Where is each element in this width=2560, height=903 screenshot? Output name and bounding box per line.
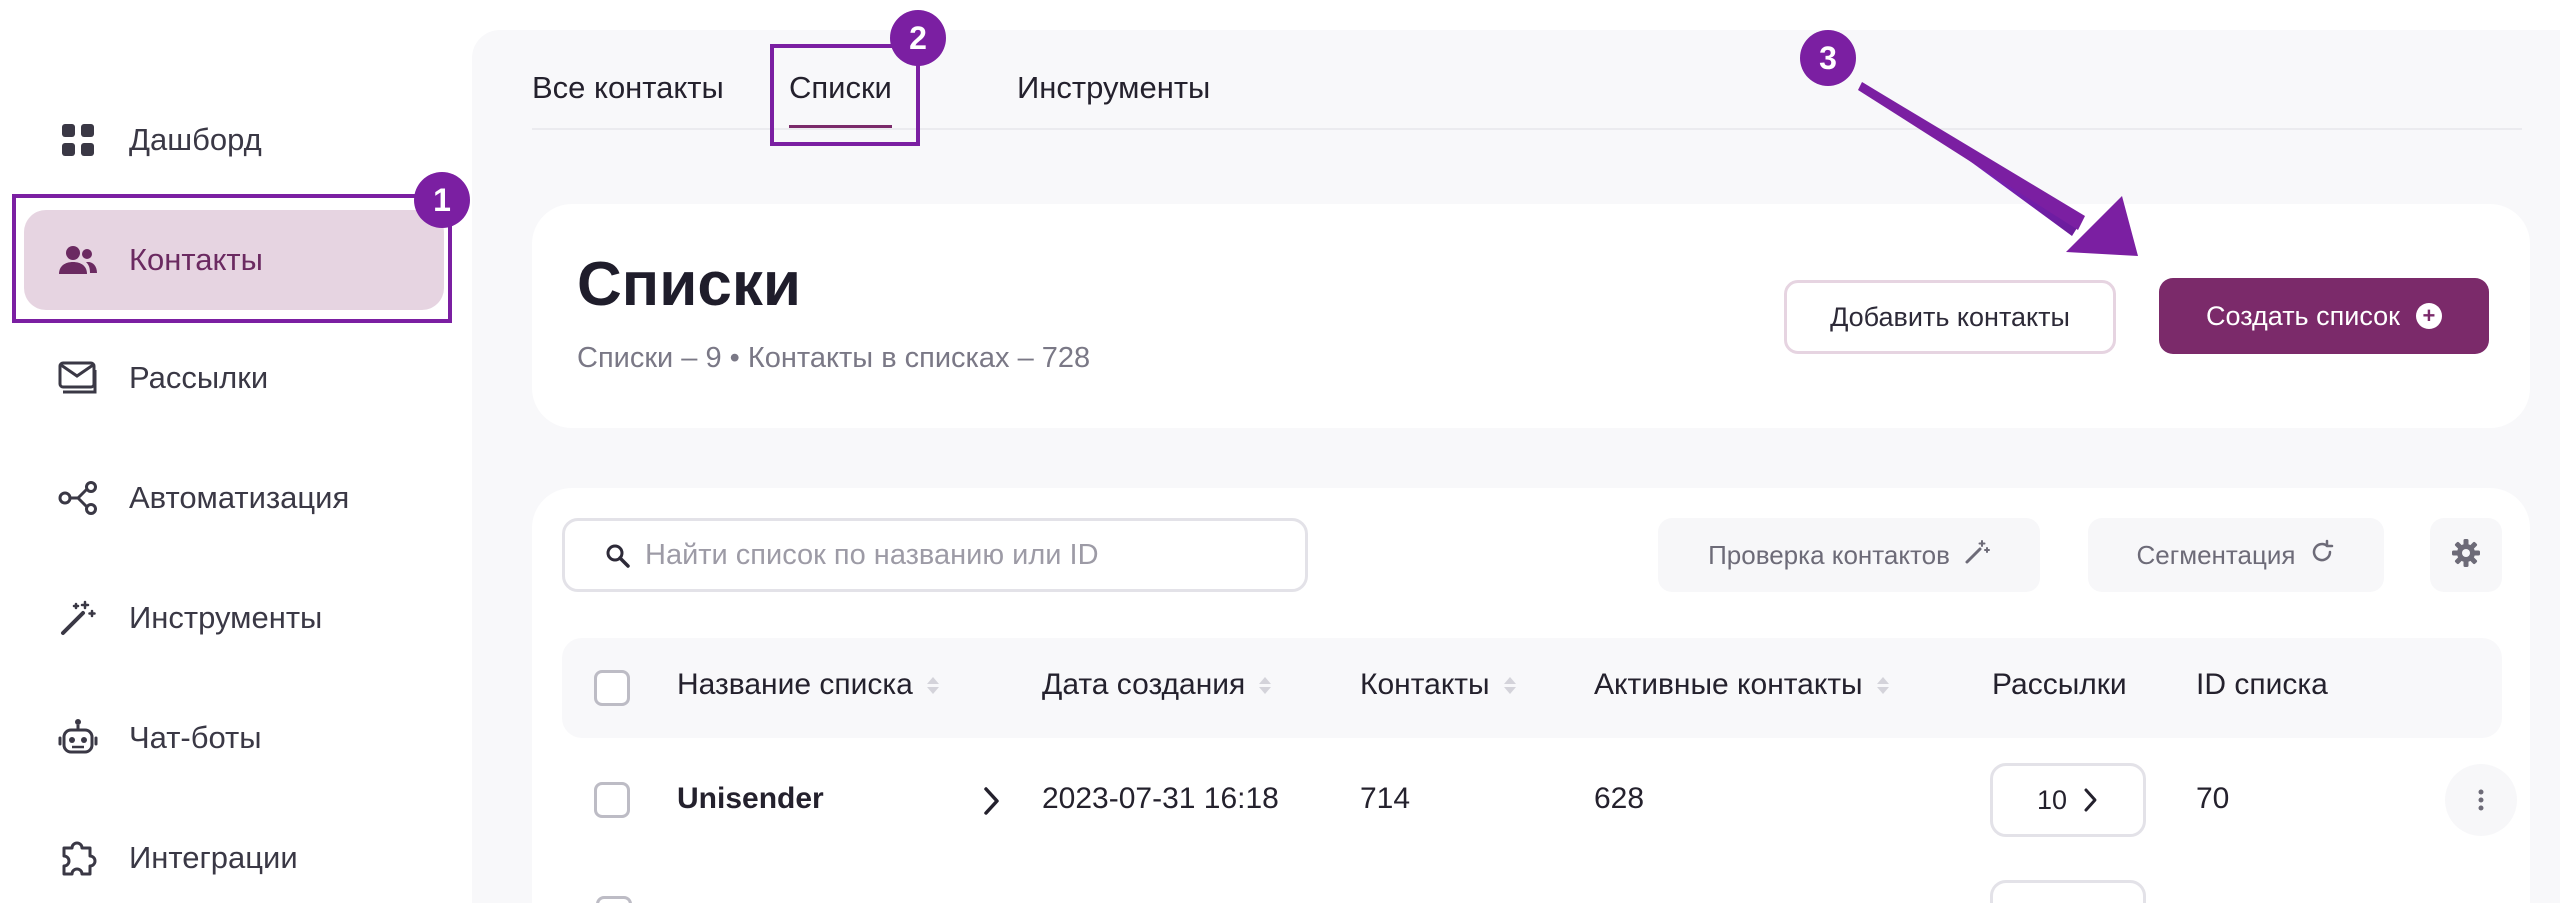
sort-icon: [1503, 676, 1516, 694]
kebab-icon: [2478, 789, 2484, 811]
column-header-list-id: ID списка: [2196, 668, 2328, 701]
annotation-highlight-lists-tab: [770, 44, 920, 146]
annotation-badge-3: 3: [1800, 30, 1856, 86]
sort-icon: [1259, 676, 1272, 694]
check-contacts-button[interactable]: Проверка контактов: [1658, 518, 2040, 592]
create-list-button[interactable]: Создать список +: [2159, 278, 2489, 354]
grid-icon: [58, 120, 98, 160]
row-checkbox[interactable]: [594, 782, 630, 818]
table-settings-button[interactable]: [2430, 518, 2502, 592]
add-contacts-label: Добавить контакты: [1830, 301, 2070, 332]
column-header-contacts[interactable]: Контакты: [1360, 668, 1516, 702]
mailings-count-button[interactable]: 10: [1990, 763, 2146, 837]
column-header-created[interactable]: Дата создания: [1042, 668, 1272, 702]
contacts-count: 714: [1360, 782, 1411, 815]
plus-circle-icon: +: [2415, 303, 2442, 329]
sidebar-item-label: Дашборд: [129, 122, 262, 157]
created-date: 2023-07-31 16:18: [1042, 782, 1279, 815]
page-title: Списки: [577, 250, 801, 319]
segmentation-button[interactable]: Сегментация: [2088, 518, 2384, 592]
magic-wand-icon: [1964, 539, 1990, 572]
next-row-mailings-button[interactable]: [1990, 880, 2146, 903]
sidebar-item-label: Автоматизация: [129, 480, 350, 515]
sort-icon: [1876, 676, 1889, 694]
tab-tools[interactable]: Инструменты: [1017, 70, 1210, 106]
chevron-right-icon[interactable]: [982, 786, 1002, 821]
create-list-label: Создать список: [2206, 300, 2400, 331]
magic-wand-icon: [58, 598, 98, 638]
robot-icon: [58, 718, 98, 758]
column-header-mailings: Рассылки: [1992, 668, 2127, 701]
gear-icon: [2451, 538, 2481, 573]
sidebar-item-tools[interactable]: Инструменты: [24, 568, 444, 668]
next-row-checkbox[interactable]: [596, 896, 632, 903]
mail-stack-icon: [58, 358, 98, 398]
sidebar-item-label: Чат-боты: [129, 720, 262, 755]
search-box[interactable]: [562, 518, 1308, 592]
tab-all-contacts[interactable]: Все контакты: [532, 70, 724, 106]
sidebar-item-label: Рассылки: [129, 360, 269, 395]
sidebar-item-label: Интеграции: [129, 840, 298, 875]
sidebar-item-label: Инструменты: [129, 600, 323, 635]
list-id: 70: [2196, 782, 2230, 815]
sidebar-item-integrations[interactable]: Интеграции: [24, 808, 444, 903]
table-row[interactable]: Unisender 2023-07-31 16:18 714 628 10 70: [562, 750, 2517, 850]
list-name[interactable]: Unisender: [677, 782, 824, 816]
add-contacts-button[interactable]: Добавить контакты: [1784, 280, 2116, 354]
sidebar-item-chatbots[interactable]: Чат-боты: [24, 688, 444, 788]
annotation-badge-2: 2: [890, 10, 946, 66]
sidebar: Дашборд Контакты Рассылки Автоматизация …: [0, 0, 470, 903]
chevron-right-icon: [2084, 788, 2097, 812]
column-header-name[interactable]: Название списка: [677, 668, 939, 702]
search-input[interactable]: [645, 533, 1285, 577]
annotation-badge-1: 1: [414, 172, 470, 228]
page-subtitle: Списки – 9 • Контакты в списках – 728: [577, 342, 1091, 374]
table-header: Название списка Дата создания Контакты А…: [562, 638, 2502, 738]
row-menu-button[interactable]: [2445, 764, 2517, 836]
search-icon: [605, 543, 631, 574]
puzzle-icon: [58, 838, 98, 878]
refresh-icon: [2309, 539, 2335, 572]
sort-icon: [926, 676, 939, 694]
select-all-checkbox[interactable]: [594, 670, 630, 706]
segmentation-label: Сегментация: [2136, 539, 2296, 570]
sidebar-item-automation[interactable]: Автоматизация: [24, 448, 444, 548]
column-header-active-contacts[interactable]: Активные контакты: [1594, 668, 1889, 702]
check-contacts-label: Проверка контактов: [1708, 539, 1950, 570]
active-contacts-count: 628: [1594, 782, 1645, 815]
lists-table-card: Проверка контактов Сегментация Название …: [532, 488, 2530, 903]
header-card: Списки Списки – 9 • Контакты в списках –…: [532, 204, 2530, 428]
share-nodes-icon: [58, 478, 98, 518]
sidebar-item-dashboard[interactable]: Дашборд: [24, 90, 444, 190]
annotation-highlight-contacts: [12, 194, 452, 323]
sidebar-item-mailings[interactable]: Рассылки: [24, 328, 444, 428]
